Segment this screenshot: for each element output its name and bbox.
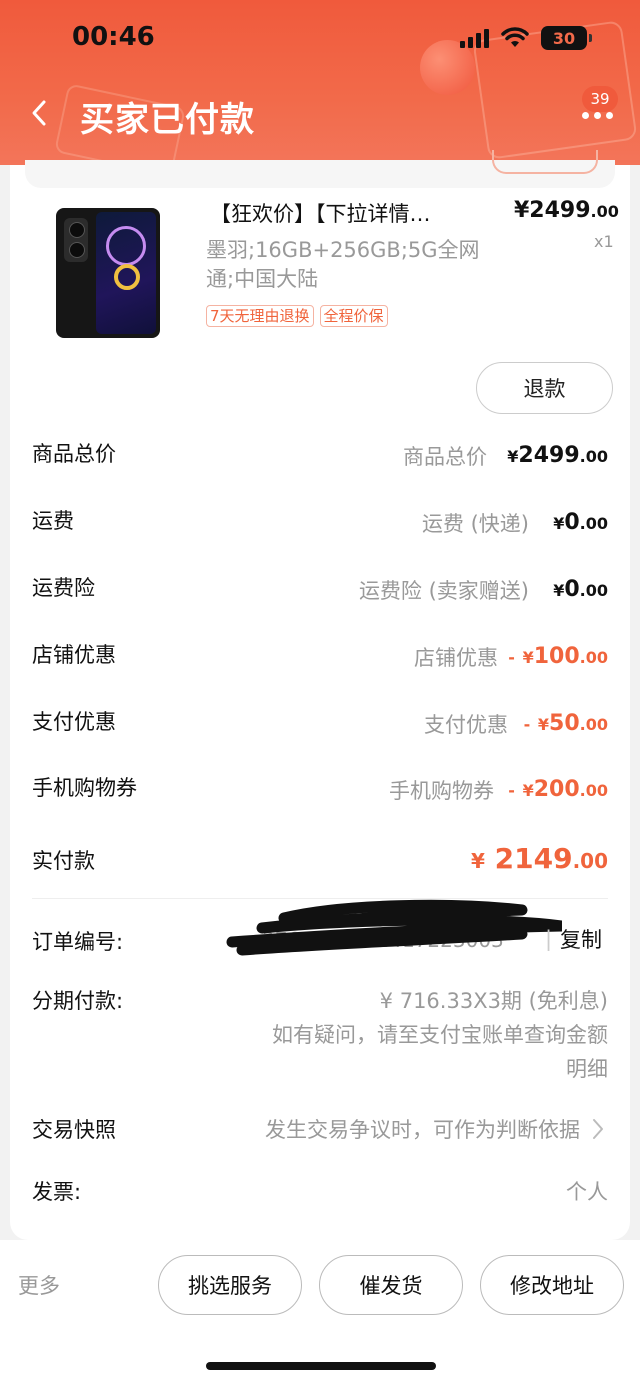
product-tags: 7天无理由退换 全程价保 xyxy=(206,305,388,327)
copy-separator: | xyxy=(545,927,553,951)
notification-badge: 39 xyxy=(582,86,618,112)
redaction-scribble xyxy=(226,899,562,956)
row-label-shipping-insurance: 运费险 xyxy=(32,576,95,600)
more-dots-icon xyxy=(582,112,613,119)
refund-button[interactable]: 退款 xyxy=(476,362,613,414)
row-label-paid-amount: 实付款 xyxy=(32,849,95,873)
snapshot-desc[interactable]: 发生交易争议时，可作为判断依据 xyxy=(265,1114,580,1144)
tag-return: 7天无理由退换 xyxy=(206,305,314,327)
installment-label: 分期付款: xyxy=(32,989,124,1013)
modify-address-button[interactable]: 修改地址 xyxy=(480,1255,624,1315)
row-label-payment-discount: 支付优惠 xyxy=(32,710,116,734)
row-desc-shipping: 运费 (快递) xyxy=(421,512,529,536)
product-quantity: x1 xyxy=(594,232,614,251)
row-label-store-discount: 店铺优惠 xyxy=(32,643,116,667)
row-value-goods-total: ¥2499.00 xyxy=(507,443,608,468)
wifi-icon xyxy=(501,27,529,47)
previous-card-button-edge xyxy=(492,150,598,174)
order-number-label: 订单编号: xyxy=(32,930,124,954)
row-value-shipping-insurance: ¥0.00 xyxy=(553,577,608,602)
invoice-value: 个人 xyxy=(566,1180,608,1204)
row-desc-shipping-insurance: 运费险 (卖家赠送) xyxy=(358,579,529,603)
installment-line-hint: 如有疑问，请至支付宝账单查询金额 xyxy=(272,1023,608,1047)
installment-line-detail: 明细 xyxy=(566,1057,608,1081)
more-actions-button[interactable]: 更多 xyxy=(18,1270,60,1300)
row-label-mobile-coupon: 手机购物券 xyxy=(32,776,137,800)
status-icons: 30 xyxy=(460,24,592,52)
installment-details: ¥ 716.33X3期 (免利息) 如有疑问，请至支付宝账单查询金额 明细 xyxy=(208,984,608,1086)
battery-icon: 30 xyxy=(541,26,592,50)
invoice-label: 发票: xyxy=(32,1180,82,1204)
row-desc-payment-discount: 支付优惠 xyxy=(424,713,508,737)
product-image[interactable] xyxy=(56,208,160,338)
tag-price-protect: 全程价保 xyxy=(319,305,388,327)
row-label-shipping: 运费 xyxy=(32,509,74,533)
row-desc-goods-total: 商品总价 xyxy=(403,445,487,469)
urge-shipping-button[interactable]: 催发货 xyxy=(319,1255,463,1315)
row-desc-mobile-coupon: 手机购物券 xyxy=(389,779,494,803)
row-desc-store-discount: 店铺优惠 xyxy=(414,646,498,670)
snapshot-label[interactable]: 交易快照 xyxy=(32,1114,116,1144)
row-value-shipping: ¥0.00 xyxy=(553,510,608,535)
chevron-left-icon xyxy=(32,100,46,126)
home-indicator xyxy=(206,1362,436,1370)
product-spec: 墨羽;16GB+256GB;5G全网通;中国大陆 xyxy=(206,238,480,291)
chevron-right-icon[interactable] xyxy=(592,1118,604,1140)
signal-icon xyxy=(460,28,489,48)
row-label-goods-total: 商品总价 xyxy=(32,442,116,466)
product-title[interactable]: 【狂欢价】【下拉详情… xyxy=(210,198,480,228)
back-button[interactable] xyxy=(22,96,56,130)
paid-amount-value: ¥ 2149.00 xyxy=(470,842,608,875)
row-value-store-discount: - ¥100.00 xyxy=(508,644,608,669)
page-title: 买家已付款 xyxy=(80,100,255,140)
row-value-payment-discount: - ¥50.00 xyxy=(523,711,608,736)
status-time: 00:46 xyxy=(72,22,155,52)
copy-button[interactable]: 复制 xyxy=(560,924,602,954)
installment-line-amount: ¥ 716.33X3期 (免利息) xyxy=(379,989,608,1013)
row-value-mobile-coupon: - ¥200.00 xyxy=(508,777,608,802)
product-price: ¥2499.00 xyxy=(514,198,619,223)
select-service-button[interactable]: 挑选服务 xyxy=(158,1255,302,1315)
